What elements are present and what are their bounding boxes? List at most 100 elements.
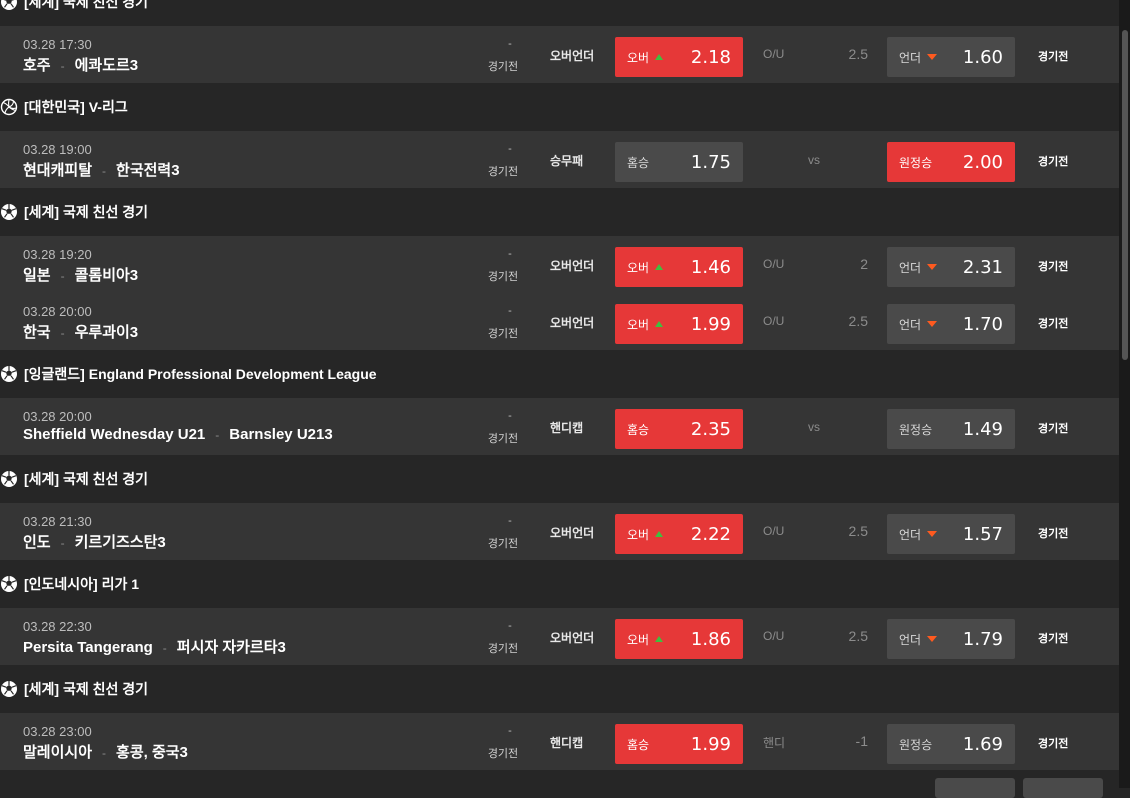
league-title: [세계] 국제 친선 경기 [24, 471, 149, 487]
home-odds-label: 오버 [627, 50, 650, 65]
soccer-ball-icon [0, 0, 18, 11]
arrow-up-icon [655, 636, 664, 642]
match-time: 03.28 23:00 [23, 724, 92, 739]
match-teams: 호주 - 에콰도르3 [23, 54, 138, 75]
away-team: 키르기즈스탄3 [74, 534, 166, 551]
home-team: 말레이시아 [23, 744, 93, 761]
home-odds-value: 1.46 [690, 256, 731, 278]
home-odds-value: 1.99 [690, 733, 731, 755]
away-odds-value: 1.60 [962, 46, 1003, 68]
team-separator: - [60, 269, 65, 283]
home-odds-label: 오버 [627, 260, 650, 275]
team-separator: - [162, 641, 167, 655]
match-teams: 한국 - 우루과이3 [23, 321, 138, 342]
away-odds-value: 1.79 [962, 628, 1003, 650]
market-type: 오버언더 [550, 631, 595, 645]
away-odds-label: 언더 [899, 527, 922, 542]
arrow-down-icon [927, 54, 938, 60]
away-odds-label: 언더 [899, 317, 922, 332]
away-odds-button[interactable]: 언더 2.31 [887, 247, 1015, 287]
league-title: [세계] 국제 친선 경기 [24, 0, 149, 10]
home-odds-label: 오버 [627, 527, 650, 542]
match-status: 경기전 [487, 643, 519, 655]
match-detail-link[interactable]: 경기전 [1038, 525, 1068, 541]
line-label: O/U [763, 629, 785, 643]
match-row: 03.28 23:00 말레이시아 - 홍콩, 중국3 - 경기전 핸디캡 홈승 1.… [0, 713, 1119, 770]
market-type: 승무패 [550, 154, 584, 168]
away-odds-button[interactable]: 원정승 2.00 [887, 142, 1015, 182]
away-team: 홍콩, 중국3 [116, 744, 188, 761]
away-team: 한국전력3 [116, 162, 180, 179]
home-team: 한국 [23, 324, 51, 341]
next-page-button[interactable] [1023, 778, 1103, 798]
home-team: 일본 [23, 267, 51, 284]
league-title: [잉글랜드] England Professional Development … [24, 366, 377, 382]
team-separator: - [102, 164, 107, 178]
home-odds-button[interactable]: 오버 1.46 [615, 247, 743, 287]
home-odds-button[interactable]: 홈승 1.75 [615, 142, 743, 182]
away-odds-button[interactable]: 원정승 1.49 [887, 409, 1015, 449]
home-odds-button[interactable]: 오버 2.18 [615, 37, 743, 77]
away-team: Barnsley U213 [229, 426, 333, 443]
market-type: 오버언더 [550, 526, 595, 540]
home-odds-button[interactable]: 홈승 1.99 [615, 724, 743, 764]
line-value: 2.5 [848, 313, 868, 329]
match-teams: 일본 - 콜롬비아3 [23, 264, 138, 285]
match-detail-link[interactable]: 경기전 [1038, 420, 1068, 436]
away-odds-label: 원정승 [899, 422, 933, 437]
prev-page-button[interactable] [935, 778, 1015, 798]
league-header: [대한민국] V-리그 [0, 83, 1119, 131]
match-row: 03.28 22:30 Persita Tangerang - 퍼시자 자카르타3 … [0, 608, 1119, 665]
away-odds-button[interactable]: 원정승 1.69 [887, 724, 1015, 764]
home-odds-button[interactable]: 오버 2.22 [615, 514, 743, 554]
home-team: Persita Tangerang [23, 639, 153, 656]
match-detail-link[interactable]: 경기전 [1038, 258, 1068, 274]
line-value: 2.5 [848, 628, 868, 644]
line-label: O/U [763, 257, 785, 271]
away-odds-button[interactable]: 언더 1.70 [887, 304, 1015, 344]
team-separator: - [60, 59, 65, 73]
team-separator: - [102, 746, 107, 760]
score-dash: - [508, 515, 512, 527]
match-row: 03.28 20:00 Sheffield Wednesday U21- Barn… [0, 398, 1119, 455]
away-odds-value: 1.49 [962, 418, 1003, 440]
away-odds-label: 언더 [899, 260, 922, 275]
match-time: 03.28 22:30 [23, 619, 92, 634]
line-value: -1 [855, 733, 868, 749]
match-time: 03.28 19:00 [23, 142, 92, 157]
match-teams: 말레이시아 - 홍콩, 중국3 [23, 741, 188, 762]
score-dash: - [508, 248, 512, 260]
home-odds-value: 2.18 [690, 46, 731, 68]
match-time: 03.28 20:00 [23, 409, 92, 424]
home-odds-button[interactable]: 오버 1.86 [615, 619, 743, 659]
line-label: O/U [763, 524, 785, 538]
home-odds-button[interactable]: 오버 1.99 [615, 304, 743, 344]
away-odds-value: 1.69 [962, 733, 1003, 755]
match-detail-link[interactable]: 경기전 [1038, 630, 1068, 646]
scrollbar[interactable] [1119, 0, 1130, 788]
league-title: [대한민국] V-리그 [24, 99, 128, 115]
home-team: 호주 [23, 57, 51, 74]
home-odds-label: 홈승 [627, 737, 650, 752]
match-status: 경기전 [487, 433, 519, 445]
arrow-up-icon [655, 264, 664, 270]
match-detail-link[interactable]: 경기전 [1038, 48, 1068, 64]
match-detail-link[interactable]: 경기전 [1038, 153, 1068, 169]
match-row: 03.28 19:20 일본 - 콜롬비아3 - 경기전 오버언더 오버 1.46 O… [0, 236, 1119, 293]
scrollbar-thumb[interactable] [1122, 30, 1128, 360]
line-label: 핸디 [763, 736, 786, 750]
away-odds-button[interactable]: 언더 1.79 [887, 619, 1015, 659]
match-detail-link[interactable]: 경기전 [1038, 315, 1068, 331]
away-odds-button[interactable]: 언더 1.60 [887, 37, 1015, 77]
league-header: [인도네시아] 리가 1 [0, 560, 1119, 608]
away-odds-value: 2.31 [962, 256, 1003, 278]
match-detail-link[interactable]: 경기전 [1038, 735, 1068, 751]
soccer-ball-icon [0, 470, 18, 488]
volleyball-icon [0, 98, 18, 116]
home-odds-value: 1.75 [690, 151, 731, 173]
home-odds-button[interactable]: 홈승 2.35 [615, 409, 743, 449]
away-odds-button[interactable]: 언더 1.57 [887, 514, 1015, 554]
line-value: 2.5 [848, 523, 868, 539]
away-team: 에콰도르3 [74, 57, 139, 74]
league-title: [인도네시아] 리가 1 [24, 576, 140, 592]
